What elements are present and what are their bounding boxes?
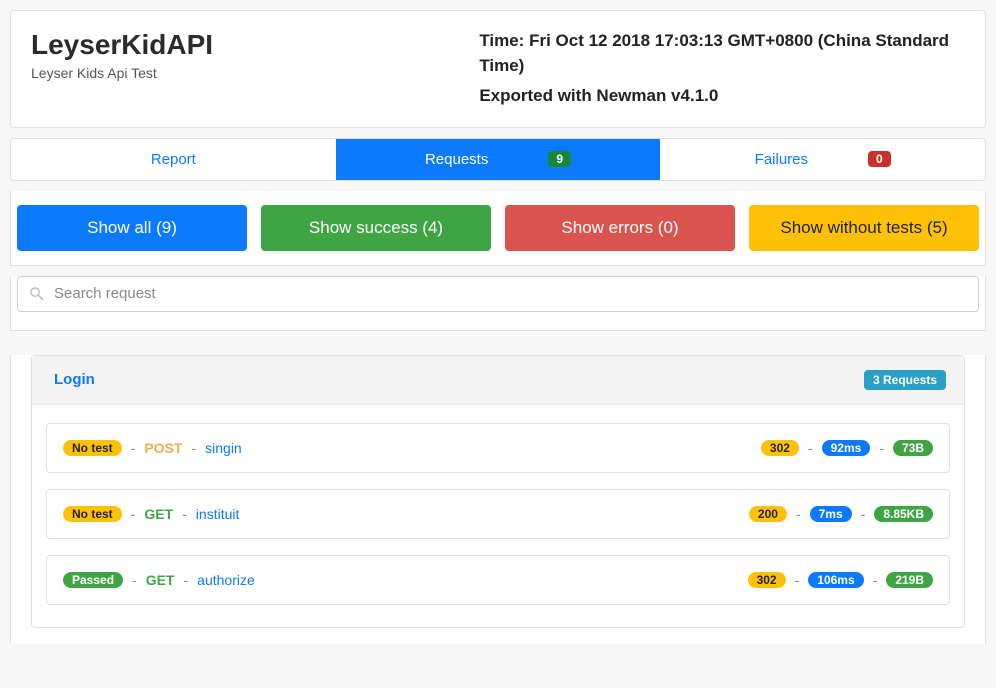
separator: - (128, 506, 139, 522)
request-row[interactable]: No test - GET - instituit 200 - 7ms - 8.8… (46, 489, 950, 539)
request-left: No test - GET - instituit (63, 506, 239, 522)
time-badge: 106ms (808, 572, 863, 588)
search-icon (28, 285, 46, 303)
tab-failures-label: Failures (755, 151, 808, 168)
request-name: authorize (197, 572, 255, 588)
separator: - (129, 572, 140, 588)
time-label: Time: Fri Oct 12 2018 17:03:13 GMT+0800 … (479, 29, 965, 78)
status-badge: 200 (749, 506, 787, 522)
http-method: GET (146, 572, 175, 588)
test-status-badge: Passed (63, 572, 123, 588)
separator: - (870, 572, 881, 588)
separator: - (128, 440, 139, 456)
tab-report[interactable]: Report (11, 139, 336, 180)
separator: - (793, 506, 804, 522)
status-badge: 302 (748, 572, 786, 588)
request-row[interactable]: Passed - GET - authorize 302 - 106ms - 21… (46, 555, 950, 605)
api-title: LeyserKidAPI (31, 29, 479, 61)
separator: - (188, 440, 199, 456)
separator: - (858, 506, 869, 522)
test-status-badge: No test (63, 506, 122, 522)
search-box[interactable] (17, 276, 979, 312)
time-badge: 7ms (810, 506, 852, 522)
show-success-button[interactable]: Show success (4) (261, 205, 491, 251)
request-name: singin (205, 440, 242, 456)
search-section (10, 276, 986, 331)
request-left: Passed - GET - authorize (63, 572, 255, 588)
tabs: Report Requests 9 Failures 0 (10, 138, 986, 181)
show-errors-button[interactable]: Show errors (0) (505, 205, 735, 251)
request-left: No test - POST - singin (63, 440, 242, 456)
size-badge: 8.85KB (874, 506, 933, 522)
group-request-count: 3 Requests (864, 370, 946, 390)
filter-bar: Show all (9) Show success (4) Show error… (10, 191, 986, 266)
header-card: LeyserKidAPI Leyser Kids Api Test Time: … (10, 10, 986, 128)
separator: - (805, 440, 816, 456)
group-panel-login: Login 3 Requests No test - POST - singin… (31, 355, 965, 628)
tab-report-label: Report (151, 151, 196, 168)
test-status-badge: No test (63, 440, 122, 456)
group-body: No test - POST - singin302 - 92ms - 73BN… (32, 405, 964, 627)
tab-requests[interactable]: Requests 9 (336, 139, 661, 180)
show-without-tests-button[interactable]: Show without tests (5) (749, 205, 979, 251)
requests-count-badge: 9 (548, 151, 571, 167)
request-right: 200 - 7ms - 8.85KB (749, 506, 933, 522)
size-badge: 73B (893, 440, 933, 456)
http-method: POST (144, 440, 182, 456)
content-area: Login 3 Requests No test - POST - singin… (10, 355, 986, 644)
separator: - (179, 506, 190, 522)
separator: - (876, 440, 887, 456)
request-right: 302 - 92ms - 73B (761, 440, 933, 456)
tab-requests-label: Requests (425, 151, 488, 168)
separator: - (792, 572, 803, 588)
tab-failures[interactable]: Failures 0 (660, 139, 985, 180)
request-name: instituit (196, 506, 240, 522)
header-left: LeyserKidAPI Leyser Kids Api Test (31, 29, 479, 109)
exported-label: Exported with Newman v4.1.0 (479, 84, 965, 109)
header-right: Time: Fri Oct 12 2018 17:03:13 GMT+0800 … (479, 29, 965, 109)
failures-count-badge: 0 (868, 151, 891, 167)
request-row[interactable]: No test - POST - singin 302 - 92ms - 73B (46, 423, 950, 473)
size-badge: 219B (886, 572, 933, 588)
show-all-button[interactable]: Show all (9) (17, 205, 247, 251)
group-title: Login (54, 371, 95, 388)
time-badge: 92ms (822, 440, 871, 456)
http-method: GET (144, 506, 173, 522)
status-badge: 302 (761, 440, 799, 456)
separator: - (180, 572, 191, 588)
group-header[interactable]: Login 3 Requests (32, 356, 964, 405)
api-subtitle: Leyser Kids Api Test (31, 65, 479, 81)
request-right: 302 - 106ms - 219B (748, 572, 933, 588)
search-input[interactable] (54, 285, 968, 302)
